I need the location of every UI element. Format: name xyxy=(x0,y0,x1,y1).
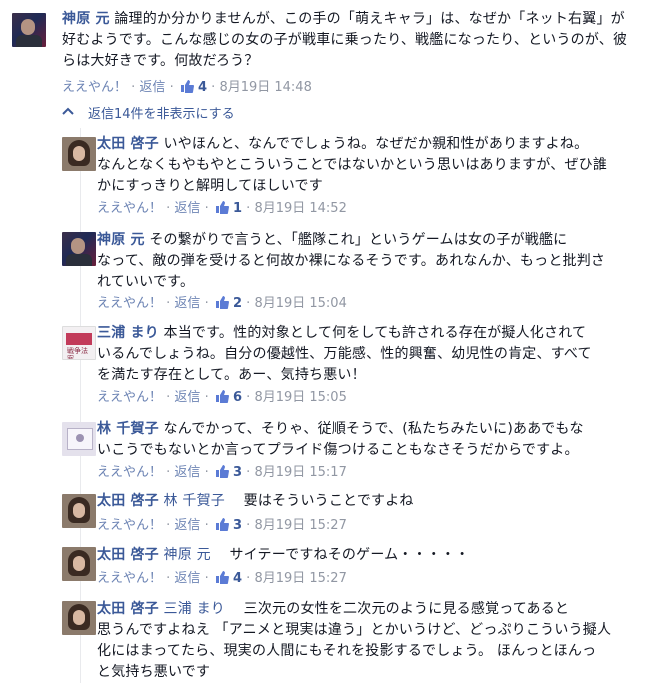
comment-actions: ええやん！ · 返信 · 4 · 8月19日 14:48 xyxy=(62,79,312,95)
reply-line: サイテーですねそのゲーム・・・・・ xyxy=(229,547,470,563)
reply-line: 本当です。性的対象として何をしても許される存在が擬人化されて xyxy=(163,325,587,341)
reply-line: その繋がりで言うと、「艦隊これ」というゲームは女の子が戦艦に xyxy=(149,232,568,248)
like-count[interactable]: 3 xyxy=(233,465,242,480)
reply-actions: ええやん！ · 返信 · 4 · 8月19日 15:27 xyxy=(97,570,347,586)
timestamp[interactable]: 8月19日 15:27 xyxy=(254,518,346,533)
reply-line: いやほんと、なんででしょうね。なぜだか親和性がありますよね。 xyxy=(163,136,589,152)
reply-line: 要はそういうことですよね xyxy=(243,493,414,509)
reply-author[interactable]: 太田 啓子 xyxy=(97,601,159,617)
comment-line: 論理的か分かりませんが、この手の「萌えキャラ」は、なぜか「ネット右翼」が xyxy=(114,11,625,27)
like-link[interactable]: ええやん！ xyxy=(97,201,162,216)
reply-line: 化にはまってたら、現実の人間にもそれを投影するでしょう。 ほんっとほんっ xyxy=(97,643,597,659)
hide-replies-label: 返信14件を非表示にする xyxy=(88,107,235,122)
thumbs-up-icon[interactable] xyxy=(215,200,229,214)
like-count[interactable]: 4 xyxy=(233,571,242,586)
avatar-text: 戦争法案 xyxy=(67,347,88,360)
like-link[interactable]: ええやん！ xyxy=(97,465,162,480)
reply-body: 神原 元 その繋がりで言うと、「艦隊これ」というゲームは女の子が戦艦に なって、… xyxy=(97,230,637,293)
reply-body: 林 千賀子 なんでかって、そりゃ、従順そうで、(私たちみたいに)ああでもな いこ… xyxy=(97,419,637,461)
reply-rail xyxy=(80,128,81,683)
avatar[interactable] xyxy=(62,137,96,171)
reply-link[interactable]: 返信 xyxy=(174,518,200,533)
reply-link[interactable]: 返信 xyxy=(174,465,200,480)
like-link[interactable]: ええやん！ xyxy=(97,296,162,311)
thumbs-up-icon[interactable] xyxy=(215,517,229,531)
reply-line: と気持ち悪いです xyxy=(97,664,211,680)
reply-body: 太田 啓子 神原 元 サイテーですねそのゲーム・・・・・ xyxy=(97,545,637,566)
reply-author[interactable]: 太田 啓子 xyxy=(97,136,159,152)
thumbs-up-icon[interactable] xyxy=(215,389,229,403)
like-link[interactable]: ええやん！ xyxy=(97,390,162,405)
reply-author[interactable]: 林 千賀子 xyxy=(97,421,159,437)
tagged-user[interactable]: 林 千賀子 xyxy=(164,493,225,509)
avatar[interactable] xyxy=(12,13,46,47)
like-count[interactable]: 1 xyxy=(233,201,242,216)
thumbs-up-icon[interactable] xyxy=(180,79,194,93)
reply-line: いこうでもないとか言ってプライド傷つけることもなさそうだからですよ。 xyxy=(97,442,579,458)
like-link[interactable]: ええやん！ xyxy=(97,518,162,533)
reply-actions: ええやん！ · 返信 · 1 · 8月19日 14:52 xyxy=(97,200,347,216)
reply-line: なんでかって、そりゃ、従順そうで、(私たちみたいに)ああでもな xyxy=(163,421,584,437)
reply-line: 思うんですよねえ 「アニメと現実は違う」とかいうけど、どっぷりこういう擬人 xyxy=(97,622,612,638)
reply-line: 三次元の女性を二次元のように見る感覚ってあると xyxy=(243,601,570,617)
reply-line: れていいです。 xyxy=(97,274,195,290)
like-count[interactable]: 2 xyxy=(233,296,242,311)
timestamp[interactable]: 8月19日 15:17 xyxy=(254,465,346,480)
reply-actions: ええやん！ · 返信 · 3 · 8月19日 15:27 xyxy=(97,517,347,533)
tagged-user[interactable]: 三浦 まり xyxy=(164,601,225,617)
comment-body: 神原 元 論理的か分かりませんが、この手の「萌えキャラ」は、なぜか「ネット右翼」… xyxy=(62,9,632,72)
reply-line: なって、敵の弾を受けると何故か裸になるそうです。あれなんか、もっと批判さ xyxy=(97,253,606,269)
reply-author[interactable]: 太田 啓子 xyxy=(97,493,159,509)
comment-line: らは大好きです。何故だろう？ xyxy=(62,53,259,69)
avatar[interactable] xyxy=(62,601,96,635)
reply-author[interactable]: 神原 元 xyxy=(97,232,145,248)
avatar[interactable] xyxy=(62,547,96,581)
reply-body: 太田 啓子 林 千賀子 要はそういうことですよね xyxy=(97,491,637,512)
timestamp[interactable]: 8月19日 14:52 xyxy=(254,201,346,216)
reply-author[interactable]: 太田 啓子 xyxy=(97,547,159,563)
reply-line: なんとなくもやもやとこういうことではないかという思いはありますが、ぜひ誰 xyxy=(97,157,608,173)
reply-line: かにすっきりと解明してほしいです xyxy=(97,178,323,194)
hide-replies-toggle[interactable]: 返信14件を非表示にする xyxy=(62,106,235,124)
reply-link[interactable]: 返信 xyxy=(139,80,165,95)
like-link[interactable]: ええやん！ xyxy=(62,80,127,95)
reply-actions: ええやん！ · 返信 · 3 · 8月19日 15:17 xyxy=(97,464,347,480)
reply-actions: ええやん！ · 返信 · 2 · 8月19日 15:04 xyxy=(97,295,347,311)
comment-line: 好むようです。こんな感じの女の子が戦車に乗ったり、戦艦になったり、というのが、彼 xyxy=(62,32,628,48)
reply-body: 三浦 まり 本当です。性的対象として何をしても許される存在が擬人化されて いるん… xyxy=(97,323,637,386)
timestamp[interactable]: 8月19日 15:04 xyxy=(254,296,346,311)
comment-author[interactable]: 神原 元 xyxy=(62,11,110,27)
chevron-up-icon xyxy=(62,106,74,124)
tagged-user[interactable]: 神原 元 xyxy=(164,547,211,563)
reply-link[interactable]: 返信 xyxy=(174,201,200,216)
comment-thread: 神原 元 論理的か分かりませんが、この手の「萌えキャラ」は、なぜか「ネット右翼」… xyxy=(0,0,650,683)
reply-link[interactable]: 返信 xyxy=(174,571,200,586)
like-count[interactable]: 4 xyxy=(198,80,207,95)
like-count[interactable]: 3 xyxy=(233,518,242,533)
like-count[interactable]: 6 xyxy=(233,390,242,405)
reply-body: 太田 啓子 三浦 まり 三次元の女性を二次元のように見る感覚ってあると 思うんで… xyxy=(97,599,637,683)
avatar[interactable] xyxy=(62,494,96,528)
thumbs-up-icon[interactable] xyxy=(215,464,229,478)
avatar[interactable] xyxy=(62,232,96,266)
like-link[interactable]: ええやん！ xyxy=(97,571,162,586)
timestamp[interactable]: 8月19日 15:05 xyxy=(254,390,346,405)
reply-link[interactable]: 返信 xyxy=(174,296,200,311)
reply-line: を満たす存在として。あー、気持ち悪い！ xyxy=(97,367,366,383)
reply-body: 太田 啓子 いやほんと、なんででしょうね。なぜだか親和性がありますよね。 なんと… xyxy=(97,134,637,197)
timestamp[interactable]: 8月19日 15:27 xyxy=(254,571,346,586)
timestamp[interactable]: 8月19日 14:48 xyxy=(219,80,311,95)
reply-actions: ええやん！ · 返信 · 6 · 8月19日 15:05 xyxy=(97,389,347,405)
reply-author[interactable]: 三浦 まり xyxy=(97,325,159,341)
reply-link[interactable]: 返信 xyxy=(174,390,200,405)
avatar[interactable]: 戦争法案 xyxy=(62,326,96,360)
thumbs-up-icon[interactable] xyxy=(215,295,229,309)
avatar-banner xyxy=(66,333,92,345)
reply-line: いるんでしょうね。自分の優越性、万能感、性的興奮、幼児性の肯定、すべて xyxy=(97,346,592,362)
avatar[interactable] xyxy=(62,422,96,456)
thumbs-up-icon[interactable] xyxy=(215,570,229,584)
